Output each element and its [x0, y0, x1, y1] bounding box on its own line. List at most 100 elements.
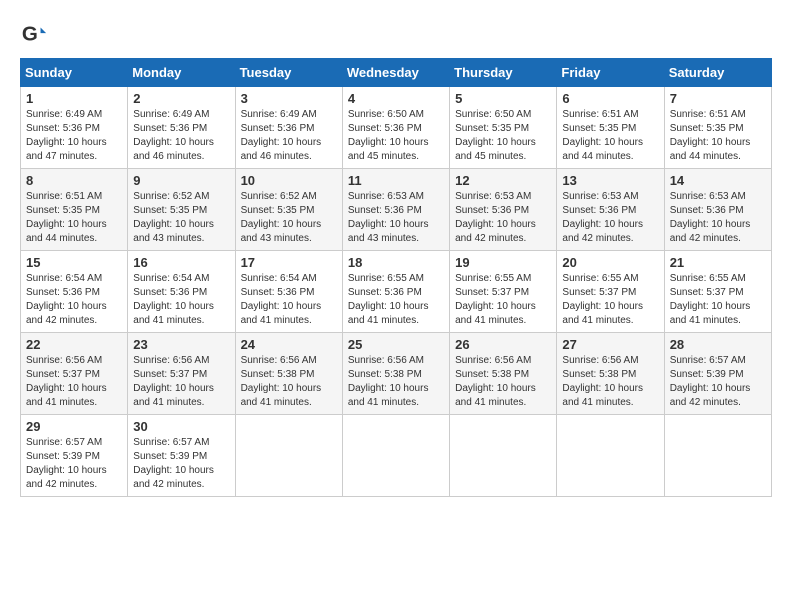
calendar-cell: 22Sunrise: 6:56 AMSunset: 5:37 PMDayligh… [21, 333, 128, 415]
day-number: 5 [455, 91, 551, 106]
calendar-cell: 27 Sunrise: 6:56 AMSunset: 5:38 PMDayligh… [557, 333, 664, 415]
calendar-cell: 24 Sunrise: 6:56 AMSunset: 5:38 PMDayligh… [235, 333, 342, 415]
cell-text: Sunrise: 6:56 AMSunset: 5:38 PMDaylight:… [241, 355, 322, 408]
calendar-table: SundayMondayTuesdayWednesdayThursdayFrid… [20, 58, 772, 497]
cell-text: Sunrise: 6:57 AMSunset: 5:39 PMDaylight:… [26, 437, 107, 490]
calendar-day-header: Saturday [664, 59, 771, 87]
cell-text: Sunrise: 6:49 AMSunset: 5:36 PMDaylight:… [241, 109, 322, 162]
cell-text: Sunrise: 6:56 AMSunset: 5:38 PMDaylight:… [562, 355, 643, 408]
calendar-cell: 9 Sunrise: 6:52 AMSunset: 5:35 PMDaylight… [128, 169, 235, 251]
calendar-cell: 14 Sunrise: 6:53 AMSunset: 5:36 PMDayligh… [664, 169, 771, 251]
calendar-cell: 2Sunrise: 6:49 AMSunset: 5:36 PMDaylight… [128, 87, 235, 169]
calendar-cell: 26 Sunrise: 6:56 AMSunset: 5:38 PMDayligh… [450, 333, 557, 415]
cell-text: Sunrise: 6:55 AMSunset: 5:37 PMDaylight:… [562, 273, 643, 326]
calendar-cell: 29 Sunrise: 6:57 AMSunset: 5:39 PMDayligh… [21, 415, 128, 497]
day-number: 7 [670, 91, 766, 106]
day-number: 27 [562, 337, 658, 352]
calendar-cell: 23 Sunrise: 6:56 AMSunset: 5:37 PMDayligh… [128, 333, 235, 415]
calendar-cell: 4 Sunrise: 6:50 AMSunset: 5:36 PMDaylight… [342, 87, 449, 169]
calendar-cell: 25 Sunrise: 6:56 AMSunset: 5:38 PMDayligh… [342, 333, 449, 415]
day-number: 10 [241, 173, 337, 188]
cell-text: Sunrise: 6:53 AMSunset: 5:36 PMDaylight:… [670, 191, 751, 244]
day-number: 20 [562, 255, 658, 270]
cell-text: Sunrise: 6:51 AMSunset: 5:35 PMDaylight:… [562, 109, 643, 162]
cell-text: Sunrise: 6:52 AMSunset: 5:35 PMDaylight:… [241, 191, 322, 244]
day-number: 23 [133, 337, 229, 352]
calendar-week-row: 22 Sunrise: 6:56 AMSunset: 5:37 PMDayligh… [21, 333, 772, 415]
cell-text: Sunrise: 6:49 AMSunset: 5:36 PMDaylight:… [26, 109, 107, 162]
calendar-cell: 18 Sunrise: 6:55 AMSunset: 5:36 PMDayligh… [342, 251, 449, 333]
calendar-cell [557, 415, 664, 497]
day-number: 28 [670, 337, 766, 352]
cell-text: Sunrise: 6:57 AMSunset: 5:39 PMDaylight:… [133, 437, 214, 490]
calendar-cell [450, 415, 557, 497]
calendar-header-row: SundayMondayTuesdayWednesdayThursdayFrid… [21, 59, 772, 87]
cell-text: Sunrise: 6:55 AMSunset: 5:37 PMDaylight:… [455, 273, 536, 326]
calendar-cell: 28Sunrise: 6:57 AMSunset: 5:39 PMDayligh… [664, 333, 771, 415]
calendar-cell: 10 Sunrise: 6:52 AMSunset: 5:35 PMDayligh… [235, 169, 342, 251]
day-number: 3 [241, 91, 337, 106]
calendar-cell: 13Sunrise: 6:53 AMSunset: 5:36 PMDayligh… [557, 169, 664, 251]
calendar-cell: 16 Sunrise: 6:54 AMSunset: 5:36 PMDayligh… [128, 251, 235, 333]
calendar-cell: 1 Sunrise: 6:49 AMSunset: 5:36 PMDaylight… [21, 87, 128, 169]
day-number: 14 [670, 173, 766, 188]
calendar-cell: 30 Sunrise: 6:57 AMSunset: 5:39 PMDayligh… [128, 415, 235, 497]
calendar-cell [664, 415, 771, 497]
calendar-cell: 8 Sunrise: 6:51 AMSunset: 5:35 PMDaylight… [21, 169, 128, 251]
cell-text: Sunrise: 6:51 AMSunset: 5:35 PMDaylight:… [26, 191, 107, 244]
cell-text: Sunrise: 6:53 AMSunset: 5:36 PMDaylight:… [455, 191, 536, 244]
calendar-day-header: Sunday [21, 59, 128, 87]
cell-text: Sunrise: 6:52 AMSunset: 5:35 PMDaylight:… [133, 191, 214, 244]
logo: G [20, 20, 52, 48]
day-number: 22 [26, 337, 122, 352]
calendar-week-row: 8 Sunrise: 6:51 AMSunset: 5:35 PMDaylight… [21, 169, 772, 251]
day-number: 15 [26, 255, 122, 270]
day-number: 25 [348, 337, 444, 352]
cell-text: Sunrise: 6:55 AMSunset: 5:37 PMDaylight:… [670, 273, 751, 326]
cell-text: Sunrise: 6:55 AMSunset: 5:36 PMDaylight:… [348, 273, 429, 326]
cell-text: Sunrise: 6:54 AMSunset: 5:36 PMDaylight:… [241, 273, 322, 326]
day-number: 11 [348, 173, 444, 188]
cell-text: Sunrise: 6:54 AMSunset: 5:36 PMDaylight:… [133, 273, 214, 326]
day-number: 19 [455, 255, 551, 270]
cell-text: Sunrise: 6:56 AMSunset: 5:37 PMDaylight:… [133, 355, 214, 408]
day-number: 6 [562, 91, 658, 106]
day-number: 26 [455, 337, 551, 352]
cell-text: Sunrise: 6:50 AMSunset: 5:36 PMDaylight:… [348, 109, 429, 162]
calendar-day-header: Friday [557, 59, 664, 87]
day-number: 1 [26, 91, 122, 106]
calendar-day-header: Thursday [450, 59, 557, 87]
cell-text: Sunrise: 6:54 AMSunset: 5:36 PMDaylight:… [26, 273, 107, 326]
day-number: 30 [133, 419, 229, 434]
day-number: 4 [348, 91, 444, 106]
day-number: 18 [348, 255, 444, 270]
calendar-cell: 15 Sunrise: 6:54 AMSunset: 5:36 PMDayligh… [21, 251, 128, 333]
calendar-cell: 19 Sunrise: 6:55 AMSunset: 5:37 PMDayligh… [450, 251, 557, 333]
calendar-week-row: 15 Sunrise: 6:54 AMSunset: 5:36 PMDayligh… [21, 251, 772, 333]
calendar-cell: 5Sunrise: 6:50 AMSunset: 5:35 PMDaylight… [450, 87, 557, 169]
header: G [20, 20, 772, 48]
calendar-cell: 7 Sunrise: 6:51 AMSunset: 5:35 PMDaylight… [664, 87, 771, 169]
svg-text:G: G [22, 23, 38, 46]
cell-text: Sunrise: 6:56 AMSunset: 5:38 PMDaylight:… [455, 355, 536, 408]
day-number: 24 [241, 337, 337, 352]
calendar-day-header: Monday [128, 59, 235, 87]
day-number: 29 [26, 419, 122, 434]
calendar-week-row: 1 Sunrise: 6:49 AMSunset: 5:36 PMDaylight… [21, 87, 772, 169]
day-number: 8 [26, 173, 122, 188]
cell-text: Sunrise: 6:53 AMSunset: 5:36 PMDaylight:… [348, 191, 429, 244]
day-number: 21 [670, 255, 766, 270]
day-number: 16 [133, 255, 229, 270]
calendar-cell: 17 Sunrise: 6:54 AMSunset: 5:36 PMDayligh… [235, 251, 342, 333]
logo-icon: G [20, 20, 48, 48]
calendar-cell [342, 415, 449, 497]
day-number: 9 [133, 173, 229, 188]
calendar-cell: 12Sunrise: 6:53 AMSunset: 5:36 PMDayligh… [450, 169, 557, 251]
calendar-cell [235, 415, 342, 497]
day-number: 17 [241, 255, 337, 270]
calendar-day-header: Tuesday [235, 59, 342, 87]
cell-text: Sunrise: 6:56 AMSunset: 5:38 PMDaylight:… [348, 355, 429, 408]
calendar-cell: 20 Sunrise: 6:55 AMSunset: 5:37 PMDayligh… [557, 251, 664, 333]
calendar-cell: 3 Sunrise: 6:49 AMSunset: 5:36 PMDaylight… [235, 87, 342, 169]
cell-text: Sunrise: 6:51 AMSunset: 5:35 PMDaylight:… [670, 109, 751, 162]
